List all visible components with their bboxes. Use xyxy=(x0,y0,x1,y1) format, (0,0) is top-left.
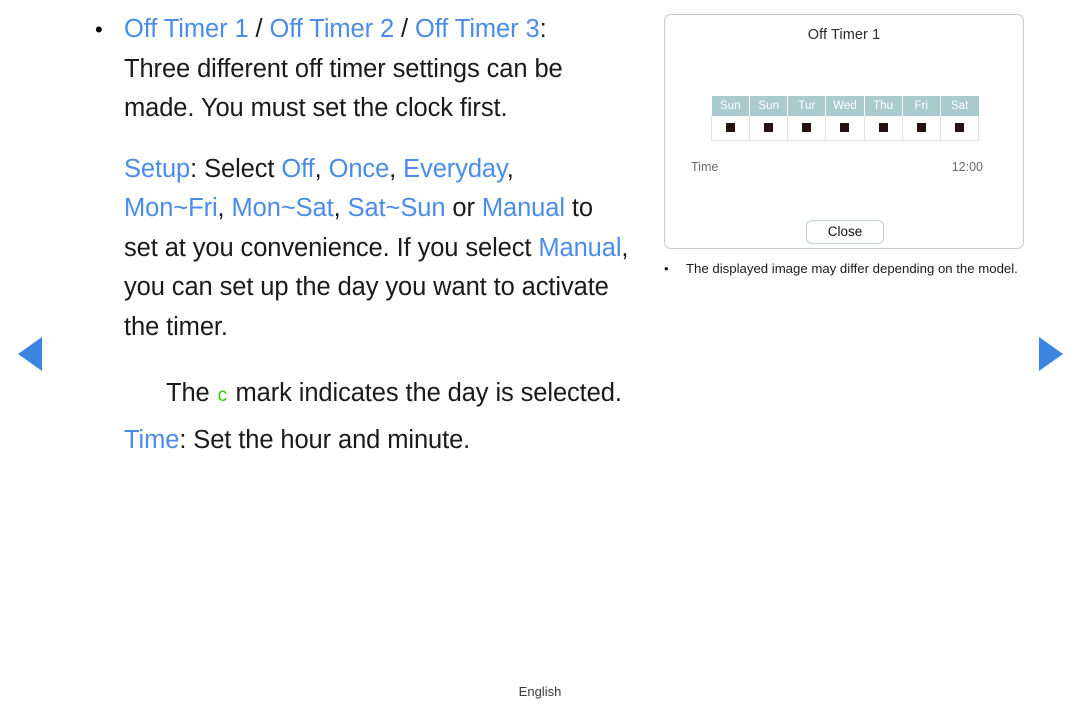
note-bullet-icon xyxy=(664,260,686,279)
day-header-thu: Thu xyxy=(864,96,903,116)
option-off[interactable]: Off xyxy=(281,155,314,183)
description-line-1: Three different off timer settings can b… xyxy=(124,54,563,83)
mark-note-suffix: mark indicates the day is selected. xyxy=(235,379,622,407)
next-page-arrow-icon[interactable] xyxy=(1039,337,1063,371)
setup-paragraph: Setup: Select Off, Once, Everyday, xyxy=(124,150,670,190)
content-column: Off Timer 1 / Off Timer 2 / Off Timer 3:… xyxy=(90,10,670,460)
day-selection-table: Sun Sun Tur Wed Thu Fri Sat xyxy=(710,96,980,141)
day-cell-sun-2[interactable] xyxy=(749,116,789,141)
close-button[interactable]: Close xyxy=(806,220,884,244)
osd-time-label: Time xyxy=(691,160,719,174)
option-manual[interactable]: Manual xyxy=(482,194,565,222)
off-timer-3-link[interactable]: Off Timer 3 xyxy=(415,15,540,43)
day-mark-icon xyxy=(764,123,774,133)
day-mark-icon xyxy=(916,123,926,133)
osd-time-value: 12:00 xyxy=(951,160,983,174)
day-mark-icon xyxy=(954,123,964,133)
setup-tail-line-3: the timer. xyxy=(124,312,228,341)
comma-4: , xyxy=(217,194,232,222)
option-sat-sun[interactable]: Sat~Sun xyxy=(348,194,446,222)
time-note-line: Time: Set the hour and minute. xyxy=(124,421,670,461)
day-header-fri: Fri xyxy=(902,96,941,116)
day-cell-fri[interactable] xyxy=(901,116,941,141)
day-header-row: Sun Sun Tur Wed Thu Fri Sat xyxy=(711,96,979,116)
day-mark-icon xyxy=(840,123,850,133)
comma-3: , xyxy=(506,154,514,183)
day-cell-tur[interactable] xyxy=(787,116,827,141)
tail-text-a: set at you convenience. If you select xyxy=(124,233,539,262)
day-cell-sun-1[interactable] xyxy=(710,116,751,141)
to-word: to xyxy=(564,194,593,222)
day-header-sun-2: Sun xyxy=(749,96,789,116)
day-cell-wed[interactable] xyxy=(825,116,865,141)
comma-5: , xyxy=(333,194,348,222)
osd-time-row[interactable]: Time 12:00 xyxy=(691,160,983,174)
mark-note-line: The c mark indicates the day is selected. xyxy=(124,374,670,416)
manual-page: Off Timer 1 / Off Timer 2 / Off Timer 3:… xyxy=(0,0,1080,705)
osd-title: Off Timer 1 xyxy=(807,27,881,43)
day-header-tur: Tur xyxy=(787,96,827,116)
heading-separator-2: / xyxy=(394,15,416,43)
footer-language-label: English xyxy=(518,684,562,699)
off-timer-2-link[interactable]: Off Timer 2 xyxy=(270,15,395,43)
description-line-2: made. You must set the clock first. xyxy=(124,94,508,122)
note-text: The displayed image may differ depending… xyxy=(686,261,1018,276)
time-note-text: : Set the hour and minute. xyxy=(179,425,471,454)
heading-separator-1: / xyxy=(248,15,270,43)
option-mon-fri[interactable]: Mon~Fri xyxy=(124,194,218,222)
day-mark-icon xyxy=(802,123,812,133)
day-mark-icon xyxy=(878,123,888,133)
day-header-wed: Wed xyxy=(825,96,865,116)
option-mon-sat[interactable]: Mon~Sat xyxy=(232,194,334,222)
option-everyday[interactable]: Everyday xyxy=(403,155,507,183)
day-cell-thu[interactable] xyxy=(863,116,903,141)
day-header-sat: Sat xyxy=(940,96,979,116)
off-timer-1-link[interactable]: Off Timer 1 xyxy=(124,15,249,43)
comma-2: , xyxy=(389,154,404,183)
previous-page-arrow-icon[interactable] xyxy=(18,337,42,371)
setup-tail-line-1: set at you convenience. If you select Ma… xyxy=(124,229,670,269)
bullet-point-icon xyxy=(90,10,124,49)
setup-label[interactable]: Setup xyxy=(124,155,190,183)
time-label-link[interactable]: Time xyxy=(124,426,179,454)
day-cell-sat[interactable] xyxy=(939,116,980,141)
setup-paragraph-line-2: Mon~Fri, Mon~Sat, Sat~Sun or Manual to xyxy=(124,189,670,229)
comma-1: , xyxy=(314,154,329,183)
osd-disclaimer-note: The displayed image may differ depending… xyxy=(664,260,1044,279)
bullet-body: Off Timer 1 / Off Timer 2 / Off Timer 3:… xyxy=(124,10,670,460)
option-manual-2[interactable]: Manual xyxy=(538,234,621,262)
off-timer-heading: Off Timer 1 / Off Timer 2 / Off Timer 3: xyxy=(124,10,670,50)
bullet-item-off-timer: Off Timer 1 / Off Timer 2 / Off Timer 3:… xyxy=(90,10,670,460)
option-once[interactable]: Once xyxy=(329,155,390,183)
tail-text-b: , xyxy=(621,233,629,262)
setup-select-text: : Select xyxy=(190,154,282,183)
or-conjunction: or xyxy=(445,194,482,222)
day-header-sun-1: Sun xyxy=(711,96,751,116)
setup-tail-line-2: you can set up the day you want to activ… xyxy=(124,273,609,301)
day-mark-icon xyxy=(726,123,736,133)
selected-day-mark-icon: c xyxy=(217,385,228,406)
off-timer-osd-panel: Off Timer 1 Sun Sun Tur Wed Thu Fri Sat xyxy=(664,14,1024,249)
day-mark-row xyxy=(710,116,980,141)
mark-note-prefix: The xyxy=(166,379,217,407)
heading-colon: : xyxy=(539,15,547,43)
